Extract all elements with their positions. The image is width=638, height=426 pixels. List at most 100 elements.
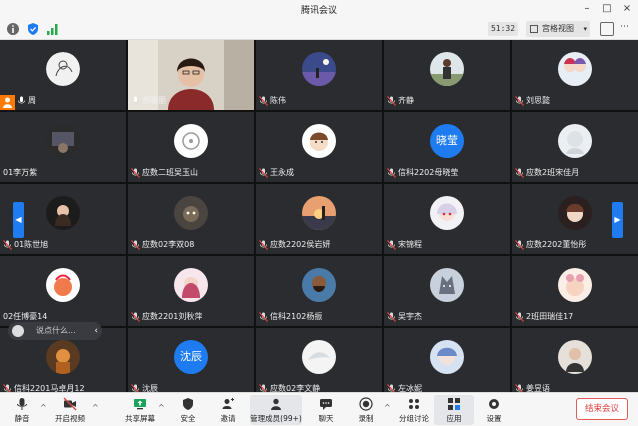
participant-name-label: 宋锦程 [398, 240, 422, 249]
participant-name: 刘思懿 [515, 95, 550, 107]
participant-tile[interactable]: 姜昱语 [512, 328, 638, 398]
participant-name-label: 01李万紫 [3, 168, 38, 177]
avatar [302, 340, 336, 374]
participant-tile[interactable]: 周 [0, 40, 126, 110]
emoji-icon[interactable] [12, 325, 24, 337]
participant-name-label: 应数2202董怡彤 [526, 240, 587, 249]
breakout-icon [409, 399, 419, 409]
participant-tile[interactable]: 2班田瑞佳17 [512, 256, 638, 326]
avatar [46, 268, 80, 302]
avatar [46, 124, 80, 158]
mute-options-caret[interactable]: ^ [40, 403, 47, 412]
participant-tile[interactable]: 应数02李双08 [128, 184, 254, 254]
participant-name: 郭晓丽 [131, 95, 166, 107]
record-button[interactable]: 录制 [346, 395, 386, 425]
share-options-caret[interactable]: ^ [158, 403, 165, 412]
avatar [430, 268, 464, 302]
participant-tile[interactable]: 应数02李文静 [256, 328, 382, 398]
participant-tile[interactable]: 应数二班吴玉山 [128, 112, 254, 182]
participant-tile[interactable]: 应数2班宋佳月 [512, 112, 638, 182]
participant-name-label: 刘思懿 [526, 96, 550, 105]
chat-button[interactable]: 聊天 [306, 395, 346, 425]
participant-tile[interactable]: 陈伟 [256, 40, 382, 110]
invite-button[interactable]: 邀请 [208, 395, 248, 425]
participant-tile[interactable]: 左冰妮 [384, 328, 510, 398]
share-screen-button[interactable]: 共享屏幕 [120, 395, 160, 425]
mute-button[interactable]: 静音 [2, 395, 42, 425]
mic-muted-icon [259, 312, 268, 322]
camera-off-icon [63, 397, 77, 411]
participant-name: 齐静 [387, 95, 414, 107]
participant-name-label: 应数二班吴玉山 [142, 168, 198, 177]
video-options-caret[interactable]: ^ [92, 403, 99, 412]
more-icon[interactable]: ⋯ [620, 22, 629, 32]
participant-tile[interactable]: 沈辰 沈辰 [128, 328, 254, 398]
host-badge-icon [0, 95, 15, 110]
participant-name-label: 王永成 [270, 168, 294, 177]
participant-name: 信科2202母晓莹 [387, 167, 458, 179]
shield-icon[interactable] [26, 22, 40, 36]
info-icon[interactable] [6, 22, 20, 36]
window-title: 腾讯会议 [300, 6, 337, 16]
participant-tile[interactable]: 02任博豪14 [0, 256, 126, 326]
participant-name: 周 [17, 95, 36, 107]
next-page-button[interactable]: ▶ [612, 202, 623, 238]
participant-tile[interactable]: 刘思懿 [512, 40, 638, 110]
participant-name-label: 周 [28, 96, 36, 105]
participant-tile[interactable]: 晓莹信科2202母晓莹 [384, 112, 510, 182]
participant-name: 应数2202董怡彤 [515, 239, 586, 251]
video-button[interactable]: 开启视频 [50, 395, 90, 425]
avatar [174, 268, 208, 302]
add-user-icon [222, 398, 234, 409]
breakout-button[interactable]: 分组讨论 [394, 395, 434, 425]
participant-tile[interactable]: 宋锦程 [384, 184, 510, 254]
chat-icon [320, 399, 332, 410]
record-options-caret[interactable]: ^ [384, 403, 391, 412]
apps-button[interactable]: 应用 [434, 395, 474, 425]
participant-tile[interactable]: 应数2201刘秋萍 [128, 256, 254, 326]
mic-muted-icon [387, 240, 396, 250]
chevron-down-icon: ▾ [583, 25, 587, 33]
avatar [46, 52, 80, 86]
prev-page-button[interactable]: ◀ [13, 202, 24, 238]
close-icon[interactable]: × [620, 2, 634, 16]
chat-quick-input[interactable]: 说点什么... ‹ [8, 322, 102, 340]
participant-name: 陈伟 [259, 95, 286, 107]
end-meeting-button[interactable]: 结束会议 [576, 398, 628, 420]
participant-tile[interactable]: 郭晓丽 [128, 40, 254, 110]
settings-button[interactable]: 设置 [474, 395, 514, 425]
participant-name-label: 02任博豪14 [3, 312, 48, 321]
manage-members-button[interactable]: 管理成员(99+) [250, 395, 302, 425]
mic-muted-icon [515, 168, 524, 178]
view-mode-label: 宫格视图 [542, 24, 574, 33]
record-icon [359, 397, 373, 411]
mic-muted-icon [131, 312, 140, 322]
security-button[interactable]: 安全 [168, 395, 208, 425]
collapse-icon[interactable]: ‹ [94, 322, 98, 340]
maximize-icon[interactable]: □ [600, 2, 614, 16]
participant-tile[interactable]: 01李万紫 [0, 112, 126, 182]
grid-icon [530, 25, 538, 33]
avatar [430, 52, 464, 86]
participant-tile[interactable]: 王永成 [256, 112, 382, 182]
signal-icon[interactable] [46, 22, 60, 36]
participant-name: 宋锦程 [387, 239, 422, 251]
participant-tile[interactable]: 应数2202侯岩妍 [256, 184, 382, 254]
participant-tile[interactable]: 吴宇杰 [384, 256, 510, 326]
participant-name-label: 应数2202侯岩妍 [270, 240, 331, 249]
view-mode-button[interactable]: 宫格视图 ▾ [526, 21, 590, 37]
avatar [558, 124, 592, 158]
minimize-icon[interactable]: – [580, 2, 594, 16]
avatar [46, 196, 80, 230]
participant-tile[interactable]: 信科2102杨振 [256, 256, 382, 326]
participant-name: 2班田瑞佳17 [515, 311, 573, 323]
participant-name-label: 01陈世旭 [14, 240, 49, 249]
participant-tile[interactable]: 齐静 [384, 40, 510, 110]
fullscreen-icon[interactable] [600, 22, 614, 36]
apps-icon [448, 398, 460, 410]
avatar: 晓莹 [430, 124, 464, 158]
microphone-icon [132, 96, 139, 104]
mic-muted-icon [515, 312, 524, 322]
avatar [302, 196, 336, 230]
participant-name-label: 应数2201刘秋萍 [142, 312, 203, 321]
